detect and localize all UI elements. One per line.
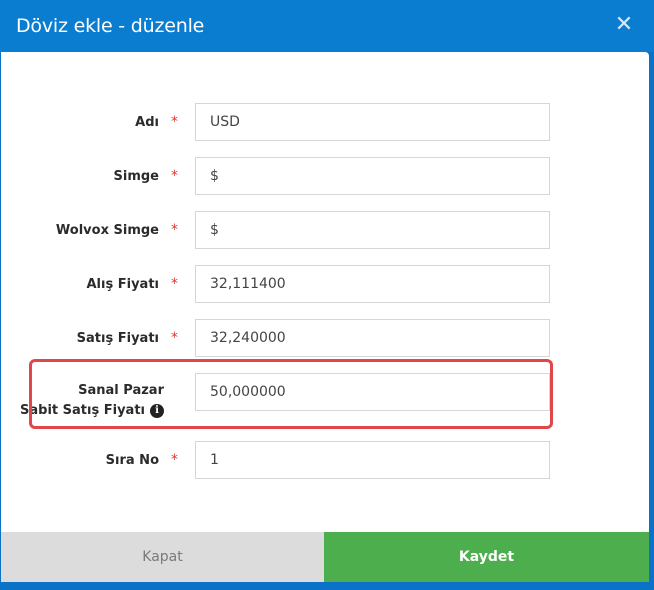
field-row-order-no: Sıra No * [1, 441, 649, 479]
field-row-symbol: Simge * [1, 157, 649, 195]
dialog-footer: Kapat Kaydet [1, 532, 649, 582]
buy-price-input[interactable] [195, 265, 550, 303]
symbol-label: Simge [113, 168, 160, 184]
wolvox-symbol-label: Wolvox Simge [55, 222, 159, 238]
required-mark: * [171, 222, 178, 238]
required-mark: * [171, 114, 178, 130]
highlight-box [29, 359, 553, 429]
close-icon[interactable]: ✕ [612, 12, 636, 38]
required-mark: * [171, 276, 178, 292]
wolvox-symbol-input[interactable] [195, 211, 550, 249]
field-row-wolvox-symbol: Wolvox Simge * [1, 211, 649, 249]
field-row-name: Adı * [1, 103, 649, 141]
sell-price-label: Satış Fiyatı [76, 330, 159, 346]
symbol-input[interactable] [195, 157, 550, 195]
name-input[interactable] [195, 103, 550, 141]
field-row-sell-price: Satış Fiyatı * [1, 319, 649, 357]
required-mark: * [171, 452, 178, 468]
sell-price-input[interactable] [195, 319, 550, 357]
dialog-title: Döviz ekle - düzenle [16, 15, 205, 37]
field-row-buy-price: Alış Fiyatı * [1, 265, 649, 303]
order-no-input[interactable] [195, 441, 550, 479]
close-button[interactable]: Kapat [1, 532, 324, 582]
save-button[interactable]: Kaydet [324, 532, 649, 582]
dialog-body: Adı * Simge * Wolvox Simge * Alış Fiyatı… [1, 52, 649, 532]
order-no-label: Sıra No [105, 452, 159, 468]
required-mark: * [171, 330, 178, 346]
name-label: Adı [135, 114, 159, 130]
currency-edit-dialog: Döviz ekle - düzenle ✕ Adı * Simge * Wol… [0, 0, 654, 590]
dialog-header: Döviz ekle - düzenle ✕ [0, 0, 654, 52]
required-mark: * [171, 168, 178, 184]
buy-price-label: Alış Fiyatı [86, 276, 160, 292]
